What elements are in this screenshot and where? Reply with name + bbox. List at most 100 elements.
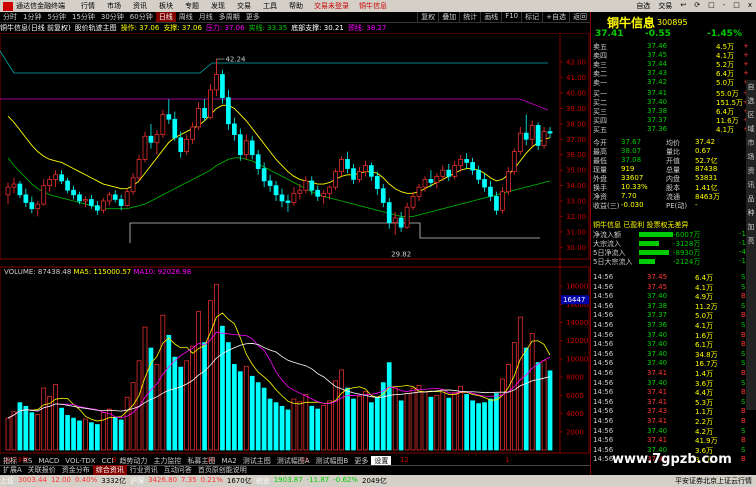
sidebar-item-8[interactable]: 品 [746,192,756,206]
sidebar-item-1[interactable]: 选 [746,94,756,108]
tool-tab-5[interactable]: 标记 [521,12,542,23]
tool-tab-7[interactable]: 返回 [569,12,590,23]
indicator-tab-8[interactable]: MA2 [218,457,239,465]
menu-item-2[interactable]: 资讯 [127,1,153,11]
sidebar-item-7[interactable]: 讯 [746,178,756,192]
buy-row-1[interactable]: 买一37.4155.0万+ [591,89,756,98]
period-tab-10[interactable]: 更多 [243,12,263,22]
menu-item-1[interactable]: 市场 [101,1,127,11]
price-change: -0.55 [645,29,671,39]
menu-item-5[interactable]: 发现 [205,1,231,11]
sidebar-item-9[interactable]: 种 [746,206,756,220]
price-panel-frame [0,33,590,260]
sidebar-item-3[interactable]: 域 [746,122,756,136]
info-tab-6[interactable]: 首页原创能说明 [195,465,250,475]
candle-body [178,137,184,152]
sell-row-2[interactable]: 卖二 37.43 6.4万 + [591,69,756,78]
status-item-1: 3003.44 [18,476,47,484]
stock-promo[interactable]: 铜牛信息 [354,1,392,11]
indicator-tab-1[interactable]: RS [20,457,35,465]
candle-body [416,186,422,197]
tool-tab-6[interactable]: +自选 [542,12,569,23]
sidebar-item-6[interactable]: 资 [746,164,756,178]
window-control-0[interactable]: 自选 [632,1,654,11]
period-tab-6[interactable]: 日线 [155,12,176,22]
tool-tab-0[interactable]: 复权 [417,12,438,23]
candle-body [17,183,23,196]
chart-area[interactable]: 42.00 41.00 40.00 39.00 38.00 37.00 36.00 35.00… [0,33,590,473]
period-tab-3[interactable]: 15分钟 [69,12,98,22]
chart-svg[interactable]: 42.00 41.00 40.00 39.00 38.00 37.00 36.00 35.00… [0,33,590,473]
sell-row-1[interactable]: 卖一37.425.0万+ [591,78,756,87]
sell-row-3[interactable]: 卖三 37.44 5.2万 + [591,60,756,69]
volume-bar [297,401,303,451]
window-control-5[interactable]: - [719,1,730,11]
info-tab-1[interactable]: 关联报价 [25,465,59,475]
menu-item-7[interactable]: 工具 [257,1,283,11]
info-tab-0[interactable]: 扩展A [0,465,25,475]
indicator-tab-3[interactable]: VOL-TDX [62,457,98,465]
window-control-4[interactable]: □ [704,1,719,11]
sidebar-item-4[interactable]: 市 [746,136,756,150]
company-info[interactable]: 铜牛信息 已盈利 投票权无差异 [591,220,756,229]
tool-tab-1[interactable]: 叠加 [438,12,459,23]
indicator-tab-9[interactable]: 测试主图 [240,456,274,466]
buy-row-3[interactable]: 买三37.386.4万+ [591,107,756,116]
indicator-tab-7[interactable]: 私募主图 [184,456,218,466]
indicator-tab-2[interactable]: MACD [35,457,62,465]
menu-item-0[interactable]: 行情 [75,1,101,11]
indicator-tab-4[interactable]: CCI [99,457,117,465]
login-promo[interactable]: 交易未登录 [309,1,354,11]
buy-row-5[interactable]: 买五37.364.1万+ [591,125,756,134]
tool-tab-2[interactable]: 统计 [459,12,480,23]
sidebar-item-5[interactable]: 场 [746,150,756,164]
sell-row-4[interactable]: 卖四 37.45 4.1万 + [591,51,756,60]
info-tab-5[interactable]: 互动问答 [161,465,195,475]
indicator-tab-6[interactable]: 主力监控 [150,456,184,466]
info-tab-2[interactable]: 资金分布 [59,465,93,475]
sidebar-item-0[interactable]: 自 [746,80,756,94]
tool-tab-3[interactable]: 画线 [480,12,501,23]
menu-item-4[interactable]: 专题 [179,1,205,11]
period-tab-5[interactable]: 60分钟 [127,12,156,22]
indicator-tab-0[interactable]: 指标 [0,456,20,466]
indicator-tab-11[interactable]: 测试幅图B [313,456,352,466]
flow-row-2: 5日净流入-8930万-4% [591,248,756,257]
indicator-tab-12[interactable]: 更多 [351,456,371,466]
window-control-1[interactable]: 交易 [654,1,676,11]
period-tab-2[interactable]: 5分钟 [44,12,68,22]
indicator-line-support-line [7,157,551,217]
window-control-6[interactable]: □ [729,1,744,11]
menu-item-3[interactable]: 板块 [153,1,179,11]
period-tab-4[interactable]: 30分钟 [98,12,127,22]
sell-row-5[interactable]: 卖五 37.46 4.5万 + [591,42,756,51]
menu-item-8[interactable]: 帮助 [283,1,309,11]
flow-bar [639,250,669,255]
tick-direction: S [741,445,746,454]
tick-direction: B [741,455,746,464]
tick-time: 14:56 [593,397,614,406]
sidebar-item-2[interactable]: 区 [746,108,756,122]
buy-row-4[interactable]: 买四37.3711.6万+ [591,116,756,125]
info-tab-3[interactable]: 综合资讯 [92,465,127,475]
window-control-2[interactable]: ↩ [676,1,690,11]
volume-bar [29,412,35,451]
indicator-tab-5[interactable]: 趋势动力 [116,456,150,466]
tool-tab-4[interactable]: F10 [501,12,521,23]
sidebar-item-10[interactable]: 加 [746,220,756,234]
sidebar-item-11[interactable]: 亮 [746,234,756,248]
indicator-tab-13[interactable]: 设置 [371,455,392,466]
period-tab-7[interactable]: 周线 [176,12,196,22]
period-tab-9[interactable]: 多周期 [216,12,243,22]
window-control-7[interactable]: x [744,1,756,11]
menu-item-6[interactable]: 交易 [231,1,257,11]
buy-row-2[interactable]: 买二37.40151.5万+ [591,98,756,107]
current-volume-label: 16447 [563,296,585,304]
indicator-tab-10[interactable]: 测试幅图A [274,456,313,466]
indicator-name[interactable]: 股价轨迹主图 [75,23,117,33]
period-tab-8[interactable]: 月线 [196,12,216,22]
period-tab-1[interactable]: 1分钟 [20,12,44,22]
period-tab-0[interactable]: 分时 [0,12,20,22]
info-tab-4[interactable]: 行业资讯 [127,465,161,475]
window-control-3[interactable]: ⟳ [690,1,704,11]
